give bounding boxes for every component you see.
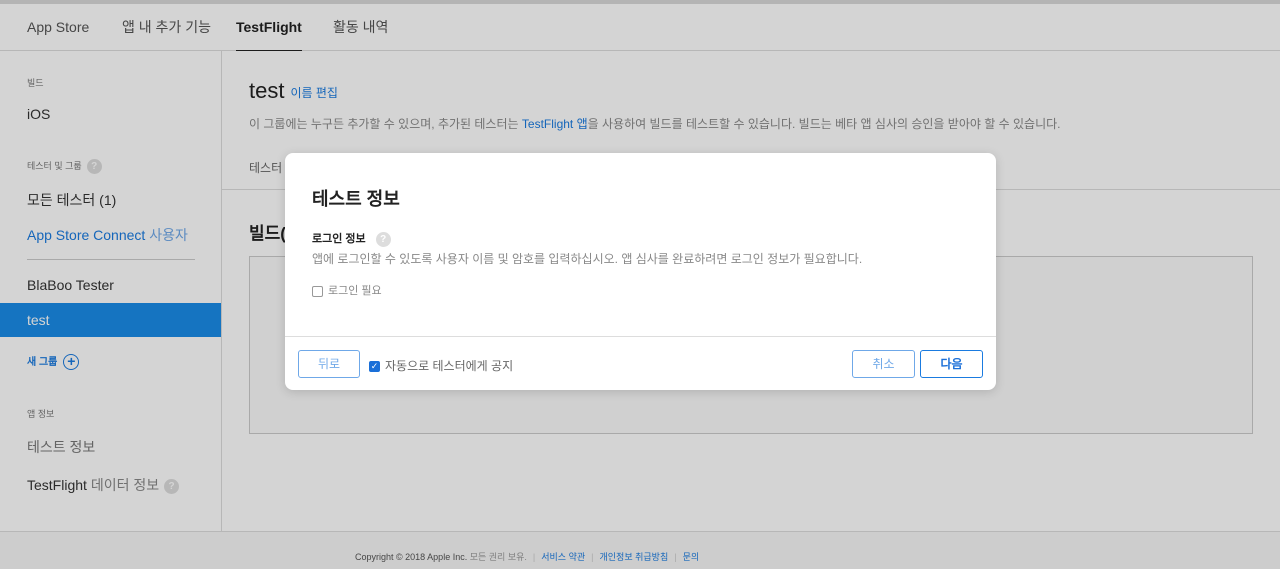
login-required-checkbox[interactable]: 로그인 필요 [312,282,382,298]
help-icon[interactable]: ? [375,231,391,247]
cancel-button[interactable]: 취소 [852,350,915,378]
checkbox-checked-icon[interactable]: ✓ [369,361,380,373]
back-button[interactable]: 뒤로 [298,350,360,378]
test-info-dialog: 테스트 정보 로그인 정보? 앱에 로그인할 수 있도록 사용자 이름 및 암호… [285,153,996,390]
dialog-title: 테스트 정보 [312,189,400,209]
dialog-divider [285,336,996,337]
next-button[interactable]: 다음 [920,350,983,378]
login-info-label: 로그인 정보? [312,230,391,247]
login-info-description: 앱에 로그인할 수 있도록 사용자 이름 및 암호를 입력하십시오. 앱 심사를… [312,252,863,266]
login-info-text: 로그인 정보 [312,233,366,245]
notify-testers-checkbox[interactable]: ✓ 자동으로 테스터에게 공지 [369,357,513,374]
notify-testers-label: 자동으로 테스터에게 공지 [385,359,514,373]
login-required-label: 로그인 필요 [328,285,382,297]
checkbox-unchecked-icon[interactable] [312,285,323,297]
